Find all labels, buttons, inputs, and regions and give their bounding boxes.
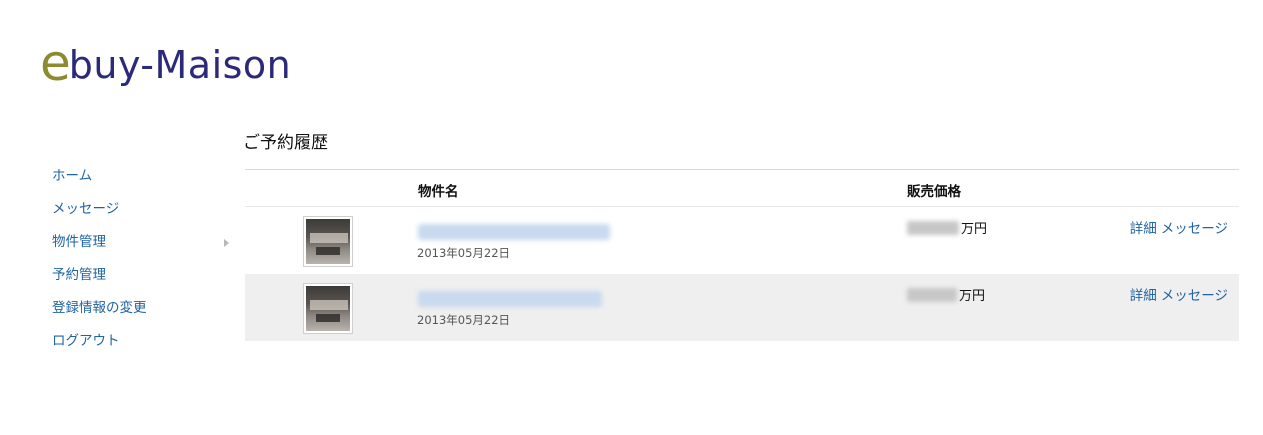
price-redacted bbox=[907, 287, 957, 302]
sidebar-item-messages[interactable]: メッセージ bbox=[52, 200, 237, 233]
message-link[interactable]: メッセージ bbox=[1161, 288, 1228, 304]
sidebar-item-home[interactable]: ホーム bbox=[52, 167, 237, 200]
sidebar-item-label: 物件管理 bbox=[52, 234, 106, 250]
price-redacted bbox=[907, 220, 959, 235]
table-row: 2013年05月22日 万円 詳細 メッセージ bbox=[245, 207, 1239, 274]
reservation-date: 2013年05月22日 bbox=[417, 246, 511, 260]
sidebar-item-property-management[interactable]: 物件管理 bbox=[52, 233, 237, 266]
sidebar-item-logout[interactable]: ログアウト bbox=[52, 332, 237, 365]
logo-e: e bbox=[40, 34, 71, 92]
reservation-date: 2013年05月22日 bbox=[417, 313, 511, 327]
table-row: 2013年05月22日 万円 詳細 メッセージ bbox=[245, 274, 1239, 341]
property-name-redacted[interactable] bbox=[418, 291, 602, 307]
page-title: ご予約履歴 bbox=[243, 133, 328, 153]
sale-price: 万円 bbox=[907, 218, 987, 237]
reservation-history-table: 物件名 販売価格 2013年05月22日 万円 詳細 メッセージ 2013年05月… bbox=[245, 169, 1239, 341]
site-logo[interactable]: e buy-Maison bbox=[40, 28, 291, 88]
column-header-property-name: 物件名 bbox=[418, 184, 459, 200]
sidebar-item-label: 予約管理 bbox=[52, 267, 106, 283]
sidebar-item-edit-registration[interactable]: 登録情報の変更 bbox=[52, 299, 237, 332]
row-actions: 詳細 メッセージ bbox=[1130, 284, 1228, 304]
detail-link[interactable]: 詳細 bbox=[1130, 288, 1157, 304]
sidebar-item-label: ホーム bbox=[52, 168, 93, 184]
property-thumbnail[interactable] bbox=[303, 216, 353, 267]
sidebar-item-label: ログアウト bbox=[52, 333, 120, 349]
property-name-redacted[interactable] bbox=[418, 224, 610, 240]
sidebar-item-reservation-management[interactable]: 予約管理 bbox=[52, 266, 237, 299]
price-suffix: 万円 bbox=[959, 289, 986, 304]
property-image bbox=[306, 219, 350, 264]
submenu-arrow-icon bbox=[224, 239, 229, 247]
table-header: 物件名 販売価格 bbox=[245, 170, 1239, 207]
sidebar-item-label: 登録情報の変更 bbox=[52, 300, 147, 316]
property-image bbox=[306, 286, 350, 331]
message-link[interactable]: メッセージ bbox=[1161, 221, 1228, 237]
row-actions: 詳細 メッセージ bbox=[1130, 217, 1228, 237]
detail-link[interactable]: 詳細 bbox=[1130, 221, 1157, 237]
sale-price: 万円 bbox=[907, 285, 985, 304]
property-thumbnail[interactable] bbox=[303, 283, 353, 334]
sidebar-nav: ホーム メッセージ 物件管理 予約管理 登録情報の変更 ログアウト bbox=[52, 167, 237, 365]
column-header-price: 販売価格 bbox=[907, 184, 961, 200]
logo-text: buy-Maison bbox=[68, 43, 292, 87]
price-suffix: 万円 bbox=[961, 222, 988, 237]
sidebar-item-label: メッセージ bbox=[52, 201, 120, 217]
